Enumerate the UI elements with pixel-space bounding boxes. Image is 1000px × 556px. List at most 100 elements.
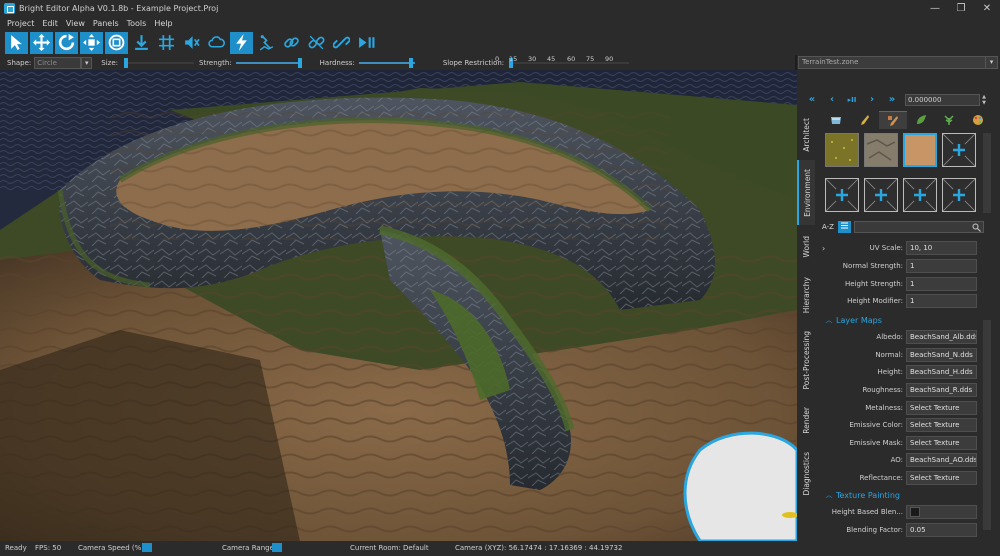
chain-button[interactable] [330,32,353,54]
shape-select[interactable]: Circle [34,56,82,69]
link-button[interactable] [280,32,303,54]
cloud-icon [208,36,225,48]
roughness-map-field[interactable]: BeachSand_R.dds [906,383,977,397]
drop-to-ground-button[interactable] [130,32,153,54]
step-forward-button[interactable]: › [862,94,882,106]
metalness-map-field[interactable]: Select Texture [906,401,977,415]
empty-texture-slot[interactable] [825,178,859,212]
mute-audio-button[interactable] [180,32,203,54]
menu-edit[interactable]: Edit [38,19,62,28]
texture-paint-tool[interactable] [878,111,907,129]
unlink-button[interactable] [305,32,328,54]
layer-maps-section-header[interactable]: ︿ Layer Maps [822,313,990,327]
link-icon [284,37,299,48]
raise-lower-tool[interactable] [850,111,878,129]
chevron-down-icon[interactable]: ▾ [985,56,998,69]
select-tool-button[interactable] [5,31,28,54]
grid-toggle-button[interactable] [155,32,178,54]
lightning-toggle-button[interactable] [230,31,253,54]
move-tool-button[interactable] [30,31,53,54]
tab-environment[interactable]: Environment [797,160,815,225]
foliage-tool[interactable] [907,111,935,129]
terrain-brush-button[interactable] [255,32,278,54]
terrain-sculpt-tool[interactable] [822,111,850,129]
albedo-map-field[interactable]: BeachSand_Alb.dds [906,330,977,344]
tab-architect[interactable]: Architect [797,110,815,160]
height-strength-field[interactable]: 1 [906,277,977,291]
rotate-tool-button[interactable] [55,31,78,54]
chevron-up-icon: ︿ [825,316,833,324]
camera-range-control[interactable] [270,543,282,552]
bounds-tool-button[interactable] [105,31,128,54]
tab-render[interactable]: Render [797,400,815,440]
layer-map-row: AO: BeachSand_AO.dds [822,452,990,468]
tab-hierarchy[interactable]: Hierarchy [797,268,815,323]
texture-grid-scrollbar[interactable] [983,133,991,213]
scale-icon [83,34,100,51]
property-label: Emissive Mask: [849,439,904,447]
slope-tick: 45 [547,55,556,63]
rock-texture-swatch [865,134,897,166]
minimize-button[interactable]: — [922,3,948,14]
time-spinner[interactable]: ▲ ▼ [980,94,988,106]
clouds-toggle-button[interactable] [205,32,228,54]
reflectance-map-field[interactable]: Select Texture [906,471,977,485]
empty-texture-slot[interactable] [942,178,976,212]
height-blend-checkbox[interactable] [910,507,920,517]
menu-project[interactable]: Project [3,19,38,28]
normal-map-field[interactable]: BeachSand_N.dds [906,348,977,362]
empty-texture-slot[interactable] [942,133,976,167]
scene-viewport[interactable] [0,70,797,541]
normal-strength-field[interactable]: 1 [906,259,977,273]
properties-scrollbar[interactable] [983,320,991,530]
chevron-right-icon[interactable]: › [822,244,834,253]
lightning-icon [236,34,247,51]
empty-texture-slot[interactable] [903,178,937,212]
menu-panels[interactable]: Panels [89,19,123,28]
color-tool[interactable] [964,111,992,129]
texture-slot-sand[interactable] [903,133,937,167]
ao-map-field[interactable]: BeachSand_AO.dds [906,453,977,467]
texture-slot-rock[interactable] [864,133,898,167]
chevron-down-icon[interactable]: ▾ [81,56,93,69]
tab-diagnostics[interactable]: Diagnostics [797,445,815,503]
rewind-button[interactable]: « [802,94,822,106]
strength-slider[interactable] [235,57,302,69]
play-pause-button[interactable] [355,32,378,54]
fast-forward-button[interactable]: » [882,94,902,106]
emissive-color-map-field[interactable]: Select Texture [906,418,977,432]
blending-factor-field[interactable]: 0.05 [906,523,977,537]
play-pause-button[interactable]: ▸II [842,94,862,106]
strength-slider-thumb[interactable] [297,57,302,68]
emissive-mask-map-field[interactable]: Select Texture [906,436,977,450]
empty-texture-slot[interactable] [864,178,898,212]
property-search-input[interactable] [854,221,984,233]
camera-speed-control[interactable] [140,543,152,552]
hardness-slider[interactable] [358,57,415,69]
size-slider-thumb[interactable] [124,57,129,68]
sort-az-label[interactable]: A-Z [822,223,838,231]
menu-tools[interactable]: Tools [123,19,151,28]
sort-category-button[interactable] [838,221,851,233]
step-back-button[interactable]: ‹ [822,94,842,106]
time-field[interactable]: 0.000000 [905,94,980,106]
scale-tool-button[interactable] [80,31,103,54]
height-map-field[interactable]: BeachSand_H.dds [906,365,977,379]
close-button[interactable]: ✕ [974,3,1000,14]
vegetation-tool[interactable] [935,111,963,129]
size-slider[interactable] [124,57,195,69]
uv-scale-field[interactable]: 10, 10 [906,241,977,255]
slope-tick: 15 [509,55,518,63]
height-modifier-field[interactable]: 1 [906,294,977,308]
tab-post-processing[interactable]: Post-Processing [797,325,815,395]
texture-painting-section-header[interactable]: ︿ Texture Painting [822,488,990,502]
maximize-button[interactable]: ❐ [948,3,974,14]
menu-view[interactable]: View [62,19,89,28]
texture-slot-grass[interactable] [825,133,859,167]
hardness-slider-thumb[interactable] [408,57,413,68]
scene-file-select[interactable]: TerrainTest.zone [798,56,986,69]
tab-world[interactable]: World [797,228,815,266]
tab-label: World [801,236,811,258]
menu-help[interactable]: Help [150,19,176,28]
status-bar: Ready FPS: 50 Camera Speed (%): Camera R… [0,541,1000,556]
